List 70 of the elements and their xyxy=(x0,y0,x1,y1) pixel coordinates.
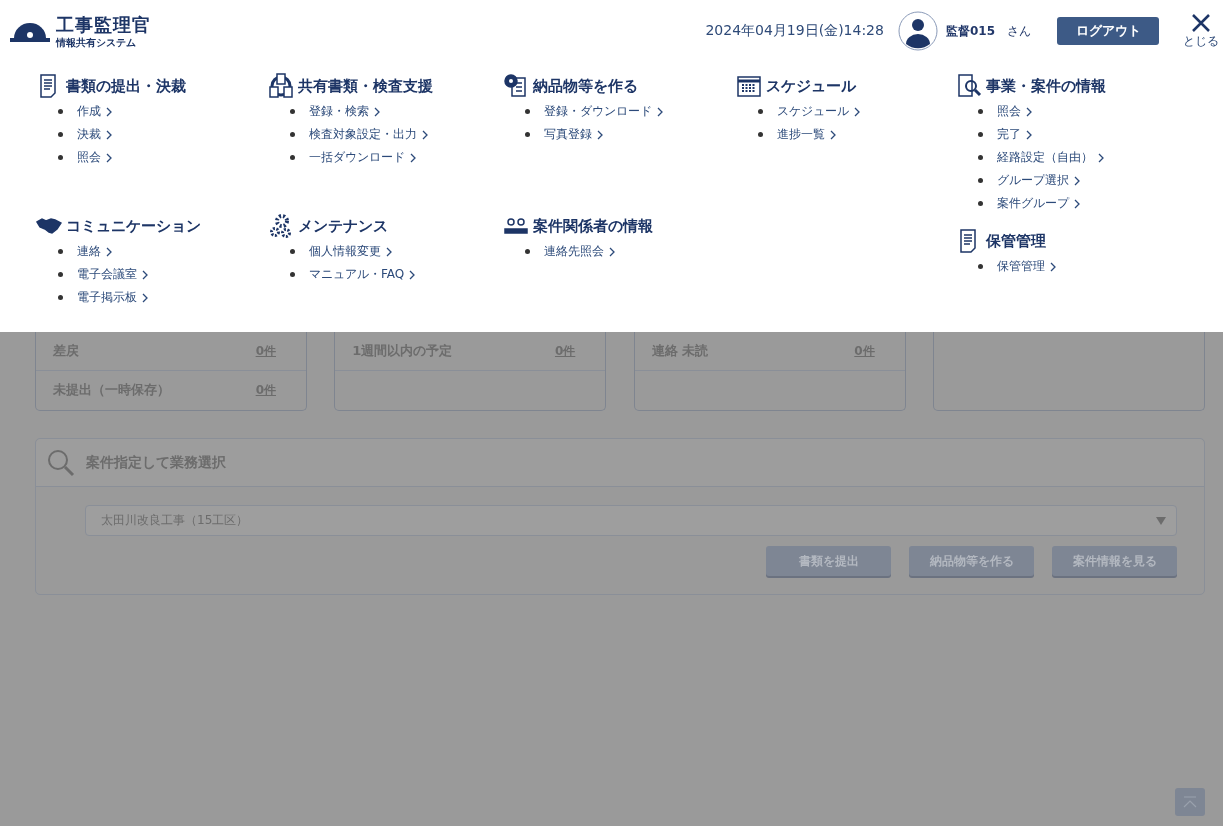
menu-link[interactable]: 案件グループ xyxy=(978,192,1206,215)
menu-section-title: メンテナンス xyxy=(298,216,388,236)
arrow-up-icon xyxy=(1182,795,1198,809)
menu-link[interactable]: 保管管理 xyxy=(978,255,1206,278)
menu-link[interactable]: 連絡 xyxy=(58,240,268,263)
chevron-right-icon xyxy=(854,106,861,117)
app-subtitle: 情報共有システム xyxy=(56,35,137,49)
dropdown-caret-icon xyxy=(1156,516,1166,525)
user-honorific: さん xyxy=(1007,22,1031,40)
chevron-right-icon xyxy=(1098,152,1105,163)
chevron-right-icon xyxy=(422,129,429,140)
document-search-icon xyxy=(956,73,982,99)
disc-document-icon xyxy=(503,73,529,99)
chevron-right-icon xyxy=(106,246,113,257)
menu-link[interactable]: マニュアル・FAQ xyxy=(290,263,503,286)
menu-section-title: 事業・案件の情報 xyxy=(986,76,1106,96)
menu-section-title: 案件関係者の情報 xyxy=(533,216,653,236)
menu-link[interactable]: 連絡先照会 xyxy=(525,240,736,263)
menu-section-title: 書類の提出・決裁 xyxy=(66,76,186,96)
chevron-right-icon xyxy=(386,246,393,257)
chevron-right-icon xyxy=(142,269,149,280)
datetime: 2024年04月19日(金)14:28 xyxy=(705,22,884,40)
chevron-right-icon xyxy=(1074,175,1081,186)
menu-link[interactable]: 作成 xyxy=(58,100,268,123)
user-avatar-icon xyxy=(897,11,938,51)
menu-section-title: 納品物等を作る xyxy=(533,76,638,96)
scroll-top-button[interactable] xyxy=(1175,788,1205,816)
menu-link[interactable]: スケジュール xyxy=(758,100,956,123)
menu-link[interactable]: 照会 xyxy=(978,100,1206,123)
chevron-right-icon xyxy=(106,152,113,163)
logout-button[interactable]: ログアウト xyxy=(1057,17,1159,45)
menu-link[interactable]: 写真登録 xyxy=(525,123,736,146)
menu-link[interactable]: 完了 xyxy=(978,123,1206,146)
menu-link[interactable]: 照会 xyxy=(58,146,268,169)
close-button[interactable]: とじる xyxy=(1183,12,1219,50)
menu-link[interactable]: 電子掲示板 xyxy=(58,286,268,309)
chevron-right-icon xyxy=(609,246,616,257)
search-icon xyxy=(46,447,76,478)
chevron-right-icon xyxy=(1050,261,1057,272)
menu-link[interactable]: グループ選択 xyxy=(978,169,1206,192)
user-name: 監督015 xyxy=(945,22,995,40)
chevron-right-icon xyxy=(657,106,664,117)
menu-link[interactable]: 検査対象設定・出力 xyxy=(290,123,503,146)
calendar-icon xyxy=(736,73,762,99)
menu-link[interactable]: 決裁 xyxy=(58,123,268,146)
app-title: 工事監理官 xyxy=(56,13,151,36)
chevron-right-icon xyxy=(597,129,604,140)
menu-link[interactable]: 個人情報変更 xyxy=(290,240,503,263)
chevron-right-icon xyxy=(409,269,417,280)
menu-section-title: 保管管理 xyxy=(986,231,1046,251)
menu-link[interactable]: 電子会議室 xyxy=(58,263,268,286)
chevron-right-icon xyxy=(1074,198,1081,209)
menu-link[interactable]: 経路設定（自由） xyxy=(978,146,1206,169)
chevron-right-icon xyxy=(142,292,149,303)
menu-section-title: スケジュール xyxy=(766,76,856,96)
document-cycle-icon xyxy=(268,73,294,99)
chevron-right-icon xyxy=(374,106,381,117)
menu-link[interactable]: 登録・ダウンロード xyxy=(525,100,736,123)
chevron-right-icon xyxy=(1026,106,1033,117)
chevron-right-icon xyxy=(106,129,113,140)
close-icon xyxy=(1191,12,1211,33)
menu-link[interactable]: 登録・検索 xyxy=(290,100,503,123)
chevron-right-icon xyxy=(410,152,417,163)
menu-section-title: コミュニケーション xyxy=(66,216,201,236)
menu-section-title: 共有書類・検査支援 xyxy=(298,76,433,96)
menu-link[interactable]: 進捗一覧 xyxy=(758,123,956,146)
chevron-right-icon xyxy=(106,106,113,117)
menu-link[interactable]: 一括ダウンロード xyxy=(290,146,503,169)
chevron-right-icon xyxy=(830,129,837,140)
chevron-right-icon xyxy=(1026,129,1033,140)
